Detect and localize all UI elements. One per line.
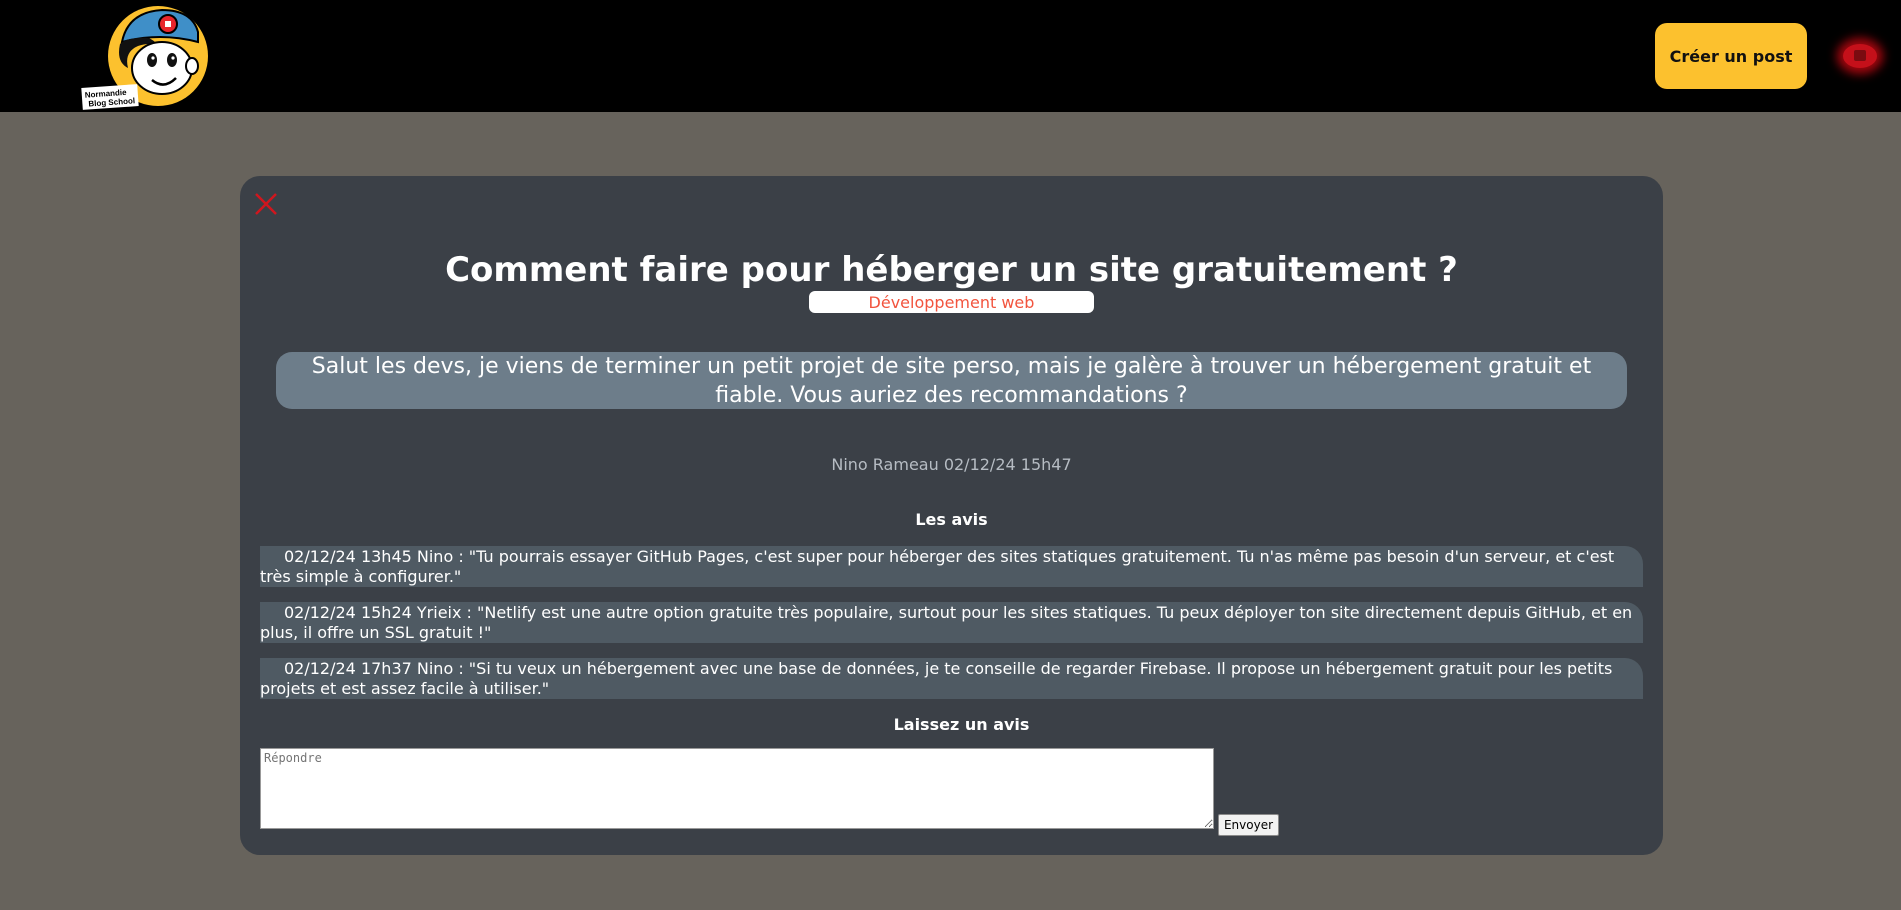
post-modal: Comment faire pour héberger un site grat… [240, 176, 1663, 855]
post-body-text: Salut les devs, je viens de terminer un … [311, 353, 1592, 408]
create-post-button[interactable]: Créer un post [1655, 23, 1807, 89]
leave-review-heading: Laissez un avis [893, 715, 1030, 734]
post-author-date: Nino Rameau 02/12/24 15h47 [831, 455, 1072, 474]
review-item: 02/12/24 15h24 Yrieix : "Netlify est une… [260, 602, 1643, 643]
reply-input[interactable] [260, 748, 1214, 829]
send-button[interactable]: Envoyer [1218, 814, 1279, 836]
logo-mascot-icon: Normandie Blog School [81, 6, 208, 110]
close-icon[interactable] [252, 190, 280, 218]
review-item: 02/12/24 17h37 Nino : "Si tu veux un héb… [260, 658, 1643, 699]
user-avatar-button[interactable] [1838, 38, 1882, 74]
post-title: Comment faire pour héberger un site grat… [445, 250, 1458, 290]
reviews-heading: Les avis [915, 510, 988, 529]
avatar-icon [1843, 44, 1877, 68]
post-body: Salut les devs, je viens de terminer un … [276, 352, 1627, 409]
top-navigation-bar: Normandie Blog School Créer un post [0, 0, 1901, 112]
category-badge: Développement web [809, 291, 1094, 313]
site-logo[interactable]: Normandie Blog School [80, 2, 212, 110]
review-item: 02/12/24 13h45 Nino : "Tu pourrais essay… [260, 546, 1643, 587]
